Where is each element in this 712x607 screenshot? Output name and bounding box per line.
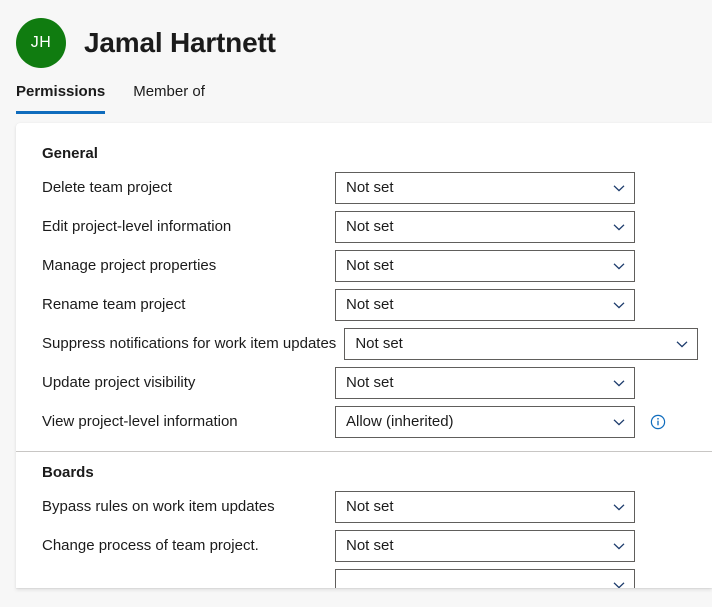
section-divider	[16, 451, 712, 452]
permission-control: Not set	[335, 210, 698, 243]
chevron-down-icon	[613, 581, 625, 588]
permission-row: Edit project-level information Not set	[42, 207, 698, 246]
permission-dropdown-value: Not set	[346, 296, 394, 313]
page-header: JH Jamal Hartnett	[0, 0, 712, 72]
info-icon[interactable]	[650, 414, 666, 430]
permission-dropdown[interactable]	[335, 568, 635, 588]
chevron-down-icon	[613, 379, 625, 387]
permission-label: Bypass rules on work item updates	[42, 498, 275, 515]
permission-label: Change process of team project.	[42, 537, 259, 554]
permission-row: Update project visibility Not set	[42, 363, 698, 402]
tab-permissions[interactable]: Permissions	[16, 83, 106, 114]
permission-dropdown[interactable]: Not set	[344, 327, 698, 360]
permission-section: Boards Bypass rules on work item updates N…	[16, 464, 712, 588]
chevron-down-icon	[613, 542, 625, 550]
chevron-down-icon	[613, 503, 625, 511]
permission-sections: General Delete team project Not set Edit pr…	[16, 145, 712, 588]
permission-row: Suppress notifications for work item upd…	[42, 324, 698, 363]
permissions-card: General Delete team project Not set Edit pr…	[16, 123, 712, 588]
permission-row: Rename team project Not set	[42, 285, 698, 324]
permission-control	[335, 568, 698, 588]
permission-row: View project-level information Allow (inh…	[42, 402, 698, 441]
permission-label: Rename team project	[42, 296, 186, 313]
permission-dropdown[interactable]: Not set	[335, 210, 635, 243]
chevron-down-icon	[613, 223, 625, 231]
chevron-down-icon	[613, 418, 625, 426]
permission-dropdown-value: Not set	[346, 218, 394, 235]
chevron-down-icon	[676, 340, 688, 348]
permission-control: Not set	[335, 249, 698, 282]
permission-row: Change process of team project. Not set	[42, 526, 698, 565]
permission-dropdown-value: Not set	[346, 257, 394, 274]
tab-member-of[interactable]: Member of	[133, 83, 205, 114]
permission-control: Allow (inherited)	[335, 405, 698, 438]
tab-bar: Permissions Member of	[0, 72, 712, 114]
avatar-initials: JH	[30, 34, 52, 51]
permission-dropdown-value: Not set	[346, 374, 394, 391]
permission-dropdown-value: Not set	[346, 179, 394, 196]
permission-dropdown-value: Not set	[346, 498, 394, 515]
permission-control: Not set	[335, 366, 698, 399]
page-title: Jamal Hartnett	[84, 27, 276, 58]
permission-control: Not set	[344, 327, 698, 360]
permission-dropdown[interactable]: Allow (inherited)	[335, 405, 635, 438]
permission-control: Not set	[335, 529, 698, 562]
permission-label: Manage project properties	[42, 257, 217, 274]
permission-row	[42, 565, 698, 588]
permission-label: Suppress notifications for work item upd…	[42, 335, 337, 352]
chevron-down-icon	[613, 262, 625, 270]
section-title: General	[42, 145, 98, 162]
permission-dropdown[interactable]: Not set	[335, 490, 635, 523]
permission-dropdown[interactable]: Not set	[335, 529, 635, 562]
avatar: JH	[16, 18, 66, 68]
permission-row: Manage project properties Not set	[42, 246, 698, 285]
permission-label: Update project visibility	[42, 374, 196, 391]
permission-label: Delete team project	[42, 179, 173, 196]
chevron-down-icon	[613, 301, 625, 309]
permission-dropdown-value: Allow (inherited)	[346, 413, 454, 430]
permission-row: Bypass rules on work item updates Not set	[42, 487, 698, 526]
permission-dropdown[interactable]: Not set	[335, 366, 635, 399]
permission-control: Not set	[335, 171, 698, 204]
tab-member-of-label: Member of	[133, 83, 205, 100]
permission-dropdown[interactable]: Not set	[335, 249, 635, 282]
permission-section: General Delete team project Not set Edit pr…	[16, 145, 712, 441]
permission-control: Not set	[335, 490, 698, 523]
permission-control: Not set	[335, 288, 698, 321]
permission-label: View project-level information	[42, 413, 238, 430]
section-title: Boards	[42, 464, 94, 481]
permission-dropdown-value: Not set	[355, 335, 403, 352]
chevron-down-icon	[613, 184, 625, 192]
identity-block: JH Jamal Hartnett	[16, 14, 712, 72]
tab-permissions-label: Permissions	[16, 83, 106, 100]
permission-label: Edit project-level information	[42, 218, 232, 235]
permission-dropdown-value: Not set	[346, 537, 394, 554]
permission-dropdown[interactable]: Not set	[335, 171, 635, 204]
permission-row: Delete team project Not set	[42, 168, 698, 207]
permission-dropdown[interactable]: Not set	[335, 288, 635, 321]
